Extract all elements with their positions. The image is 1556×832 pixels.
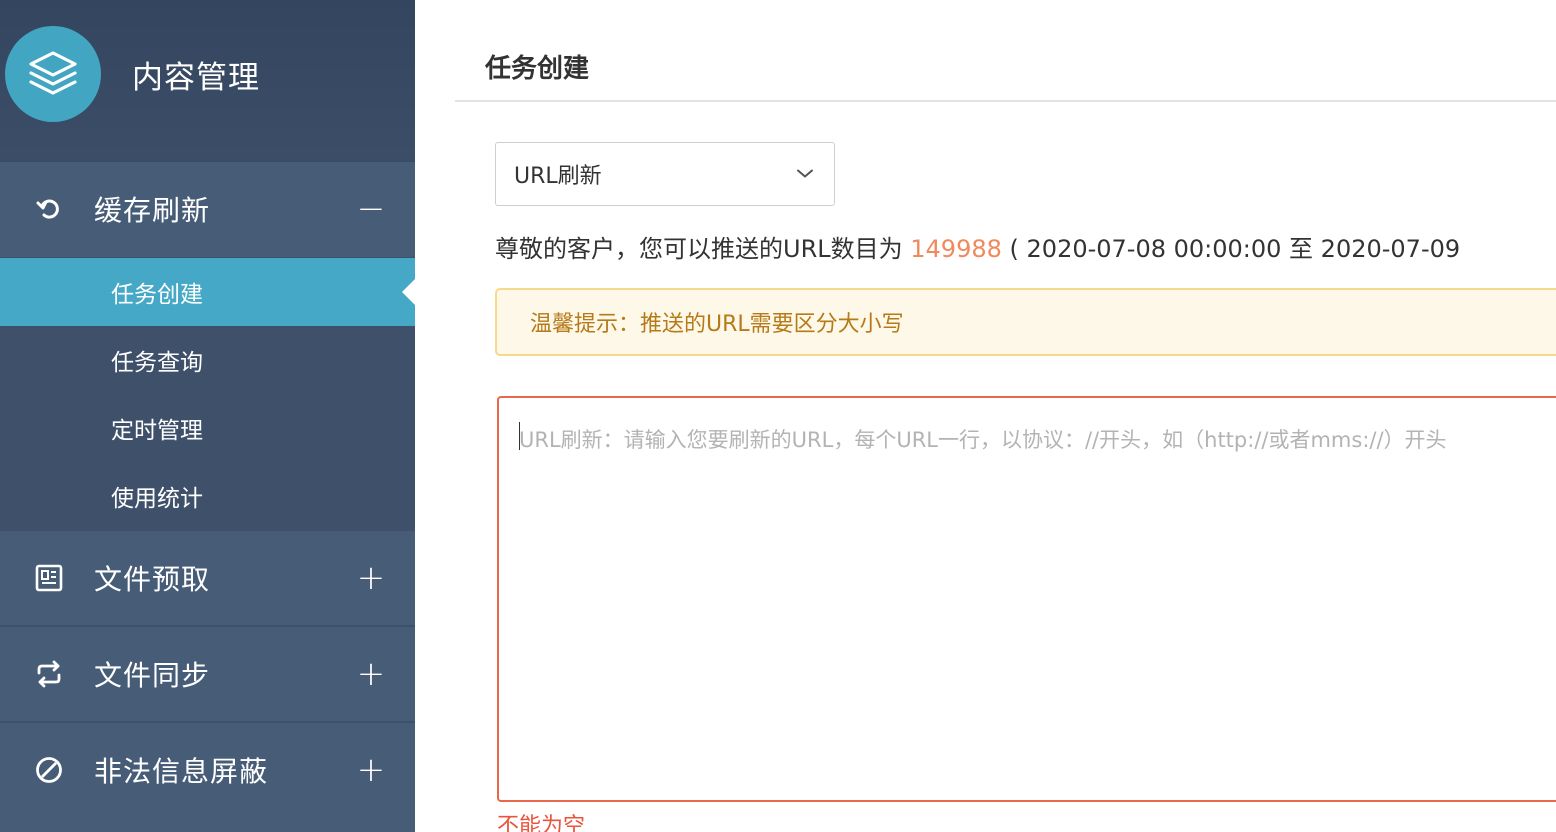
expand-toggle[interactable]: + xyxy=(356,750,386,790)
expand-toggle[interactable]: + xyxy=(356,654,386,694)
quota-prefix: 尊敬的客户，您可以推送的URL数目为 xyxy=(495,235,903,263)
notice-banner: 温馨提示：推送的URL需要区分大小写 xyxy=(495,288,1556,356)
expand-toggle[interactable]: + xyxy=(356,558,386,598)
menu-group-file-sync[interactable]: 文件同步 + xyxy=(0,627,415,721)
notice-text: 温馨提示：推送的URL需要区分大小写 xyxy=(530,312,904,337)
submenu-item-task-create[interactable]: 任务创建 xyxy=(0,258,415,326)
brand-header: 内容管理 xyxy=(0,0,415,160)
submenu-item-label: 使用统计 xyxy=(111,486,203,512)
prefetch-icon xyxy=(34,563,64,593)
submenu-item-label: 任务查询 xyxy=(111,350,203,376)
menu-group-cache-refresh[interactable]: 缓存刷新 − xyxy=(0,162,415,256)
chevron-down-icon xyxy=(796,165,814,184)
menu-group-label: 非法信息屏蔽 xyxy=(94,755,269,788)
submenu-item-task-query[interactable]: 任务查询 xyxy=(0,326,415,394)
submenu-item-label: 定时管理 xyxy=(111,418,203,444)
text-caret xyxy=(519,422,520,450)
block-icon xyxy=(34,755,64,785)
quota-suffix: ( 2020-07-08 00:00:00 至 2020-07-09 xyxy=(1009,235,1461,263)
quota-number: 149988 xyxy=(910,235,1002,263)
submenu-item-usage-stats[interactable]: 使用统计 xyxy=(0,462,415,530)
url-input-box[interactable] xyxy=(497,396,1556,802)
brand-title: 内容管理 xyxy=(132,60,260,96)
url-textarea[interactable] xyxy=(499,398,1556,800)
menu-group-label: 文件预取 xyxy=(94,563,211,596)
select-value: URL刷新 xyxy=(514,164,602,189)
refresh-icon xyxy=(34,194,64,224)
sidebar: 内容管理 缓存刷新 − 任务创建 任务查询 定时管理 使用统计 文件预取 + 文… xyxy=(0,0,415,832)
submenu-item-label: 任务创建 xyxy=(111,282,203,308)
menu-group-label: 文件同步 xyxy=(94,659,211,692)
quota-info: 尊敬的客户，您可以推送的URL数目为 149988 ( 2020-07-08 0… xyxy=(495,229,1460,264)
refresh-type-select[interactable]: URL刷新 xyxy=(495,142,835,206)
submenu-item-schedule[interactable]: 定时管理 xyxy=(0,394,415,462)
collapse-toggle[interactable]: − xyxy=(356,189,386,229)
validation-error: 不能为空 xyxy=(497,814,586,832)
menu-group-file-prefetch[interactable]: 文件预取 + xyxy=(0,531,415,625)
sync-icon xyxy=(34,659,64,689)
menu-group-illegal-info-block[interactable]: 非法信息屏蔽 + xyxy=(0,723,415,817)
cache-refresh-submenu: 任务创建 任务查询 定时管理 使用统计 xyxy=(0,257,415,529)
page-title: 任务创建 xyxy=(485,54,590,84)
layers-logo-icon xyxy=(5,26,101,122)
divider xyxy=(455,100,1556,102)
menu-group-label: 缓存刷新 xyxy=(94,194,211,227)
main-content: 任务创建 URL刷新 尊敬的客户，您可以推送的URL数目为 149988 ( 2… xyxy=(415,0,1556,832)
